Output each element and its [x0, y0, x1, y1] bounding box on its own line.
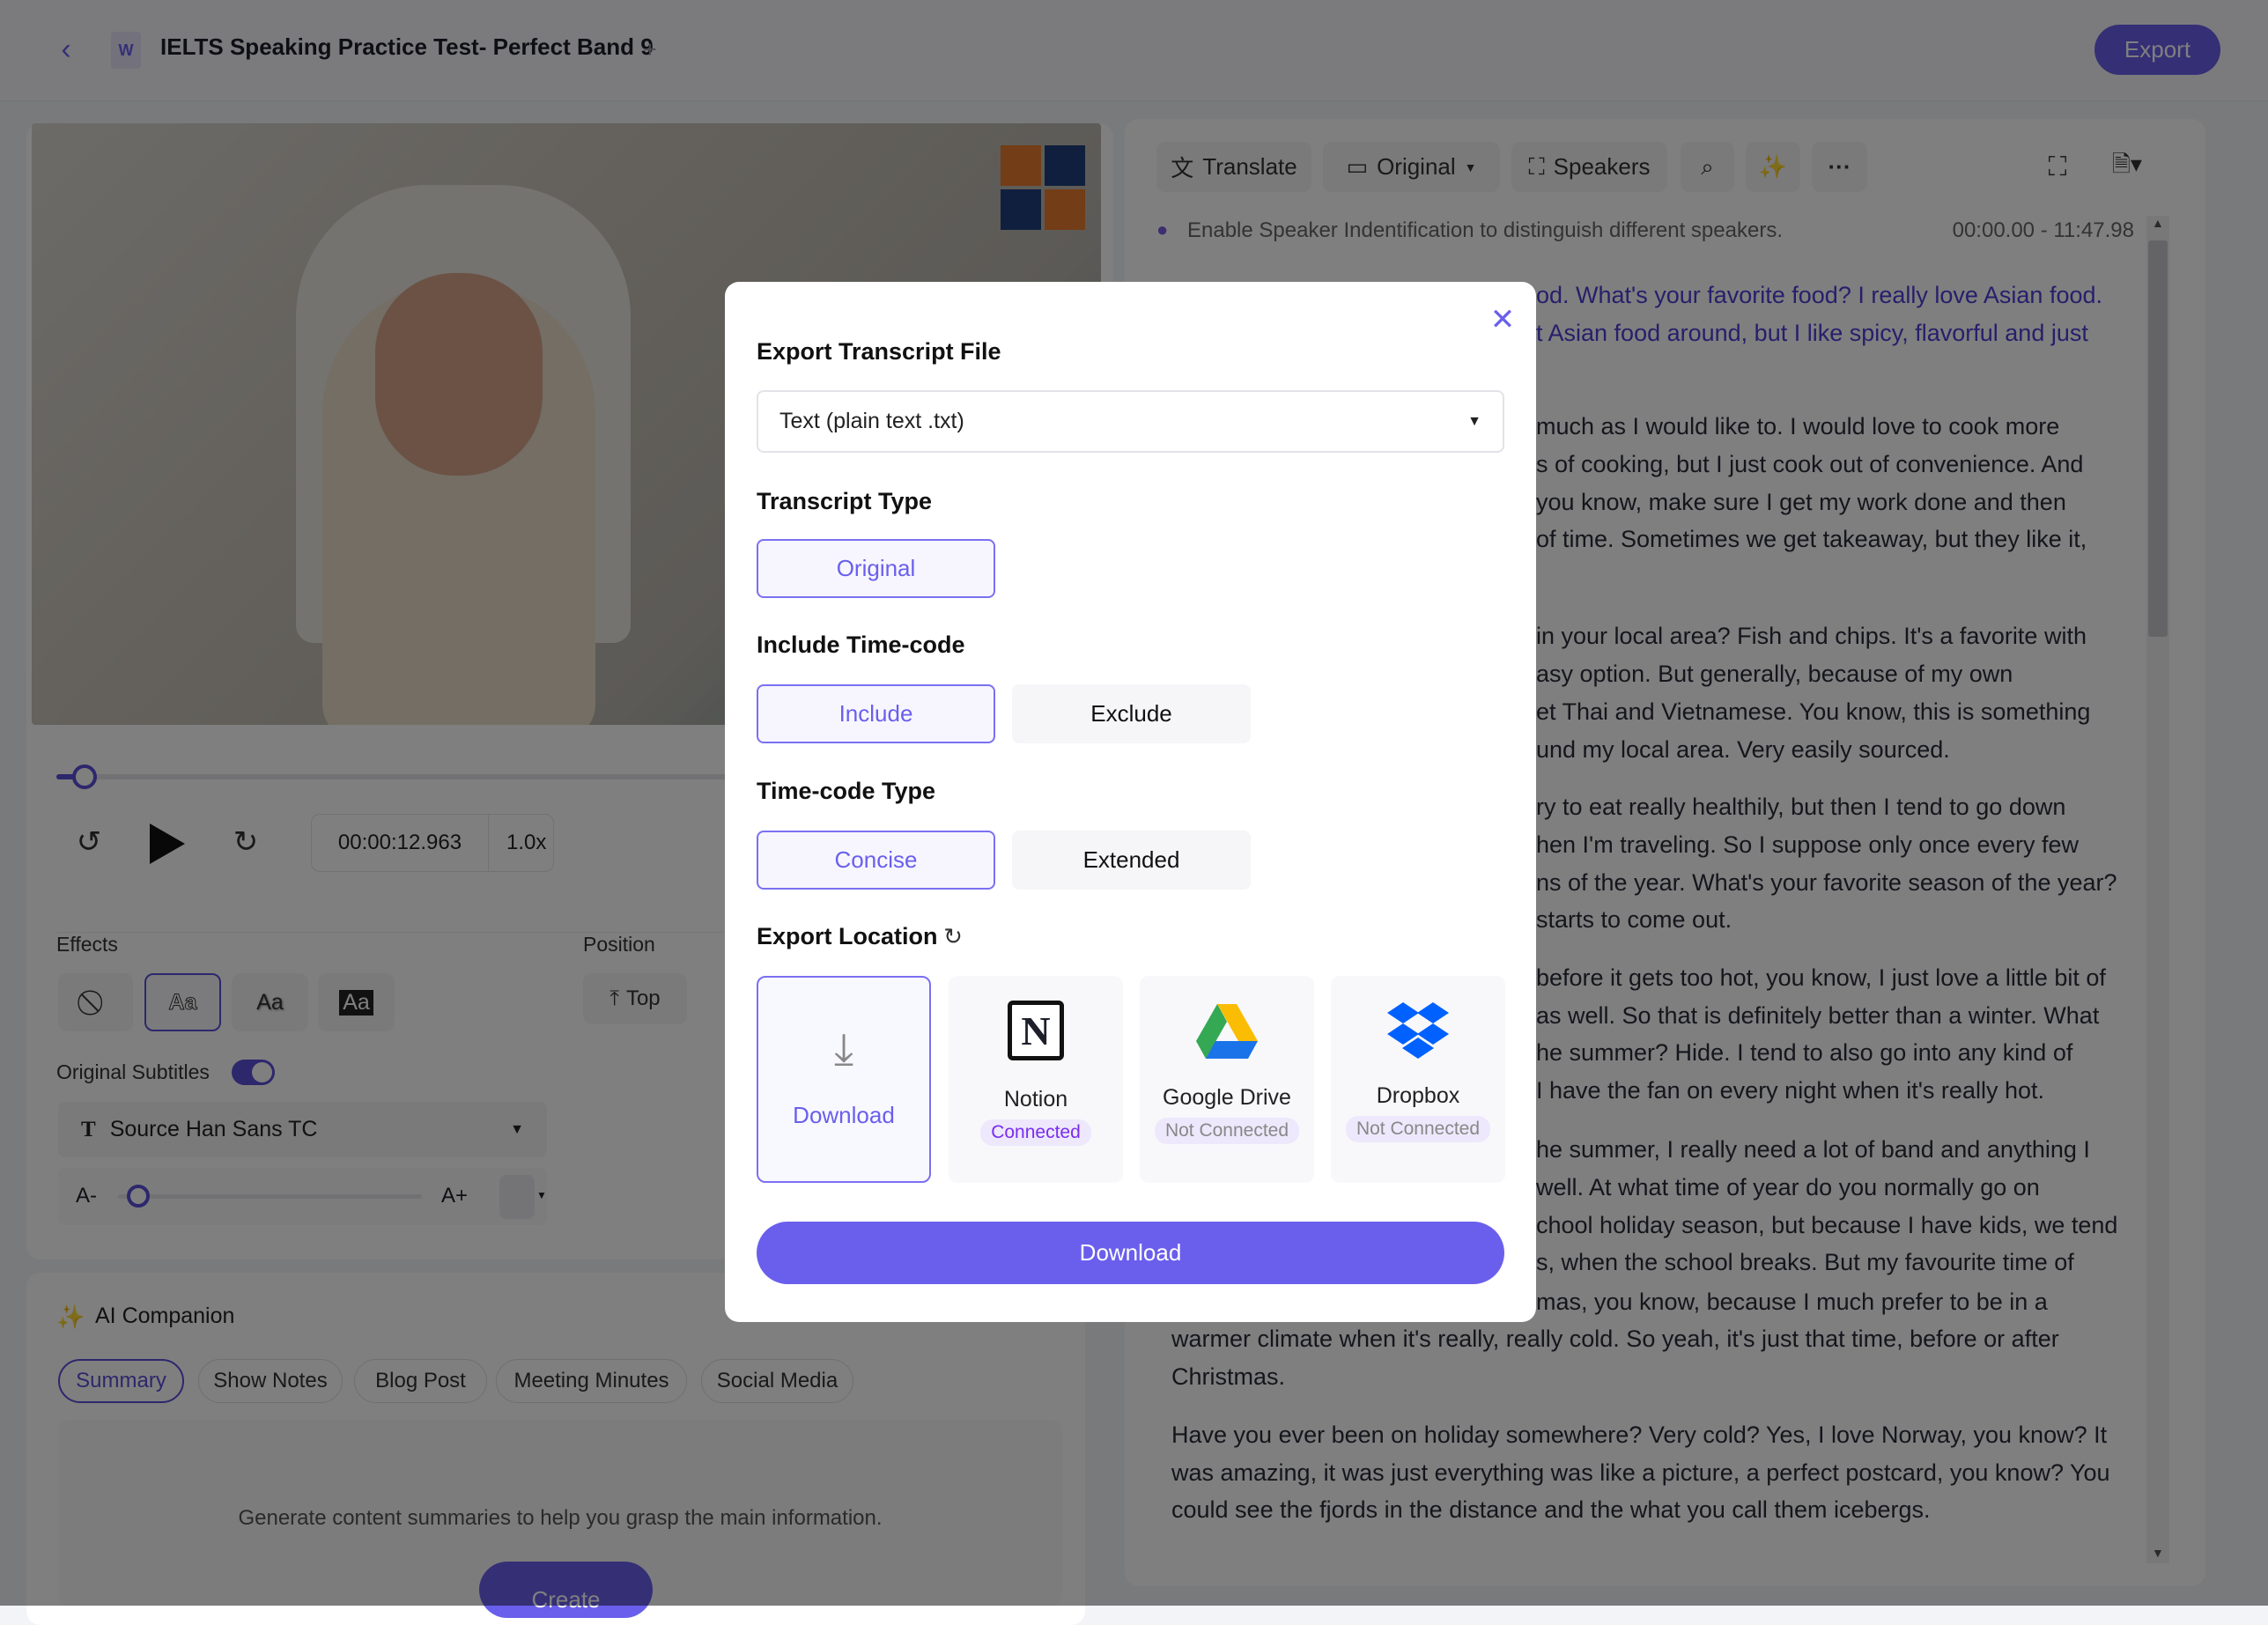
- timecode-include[interactable]: Include: [757, 684, 995, 743]
- location-download[interactable]: ⤓ Download: [757, 976, 931, 1183]
- timecode-extended[interactable]: Extended: [1012, 831, 1251, 890]
- download-button[interactable]: Download: [757, 1222, 1504, 1284]
- dropbox-icon: [1387, 1002, 1449, 1059]
- format-select[interactable]: Text (plain text .txt) ▼: [757, 390, 1504, 453]
- timecode-label: Include Time-code: [757, 632, 965, 658]
- location-name: Download: [793, 1102, 895, 1128]
- export-dialog: ✕ Export Transcript File Text (plain tex…: [725, 282, 1536, 1322]
- location-name: Dropbox: [1376, 1083, 1460, 1108]
- download-icon: ⤓: [833, 1024, 854, 1074]
- location-google-drive[interactable]: Google Drive Not Connected: [1140, 976, 1314, 1183]
- timecode-concise[interactable]: Concise: [757, 831, 995, 890]
- transcript-type-original[interactable]: Original: [757, 539, 995, 598]
- export-location-label: Export Location: [757, 923, 938, 949]
- timecode-type-label: Time-code Type: [757, 778, 936, 804]
- status-badge: Not Connected: [1154, 1118, 1300, 1144]
- location-name: Notion: [1003, 1087, 1068, 1112]
- format-value: Text (plain text .txt): [779, 409, 964, 433]
- chevron-down-icon: ▼: [1467, 413, 1481, 429]
- notion-icon: N: [1008, 1001, 1064, 1060]
- location-dropbox[interactable]: Dropbox Not Connected: [1331, 976, 1505, 1183]
- dialog-title: Export Transcript File: [757, 338, 1001, 365]
- google-drive-icon: [1196, 1004, 1258, 1059]
- status-badge: Connected: [980, 1119, 1091, 1146]
- location-notion[interactable]: N Notion Connected: [949, 976, 1123, 1183]
- close-icon[interactable]: ✕: [1488, 303, 1518, 336]
- transcript-type-label: Transcript Type: [757, 488, 933, 514]
- location-name: Google Drive: [1163, 1085, 1291, 1110]
- status-badge: Not Connected: [1345, 1116, 1491, 1142]
- timecode-exclude[interactable]: Exclude: [1012, 684, 1251, 743]
- refresh-icon[interactable]: ↻: [940, 922, 966, 950]
